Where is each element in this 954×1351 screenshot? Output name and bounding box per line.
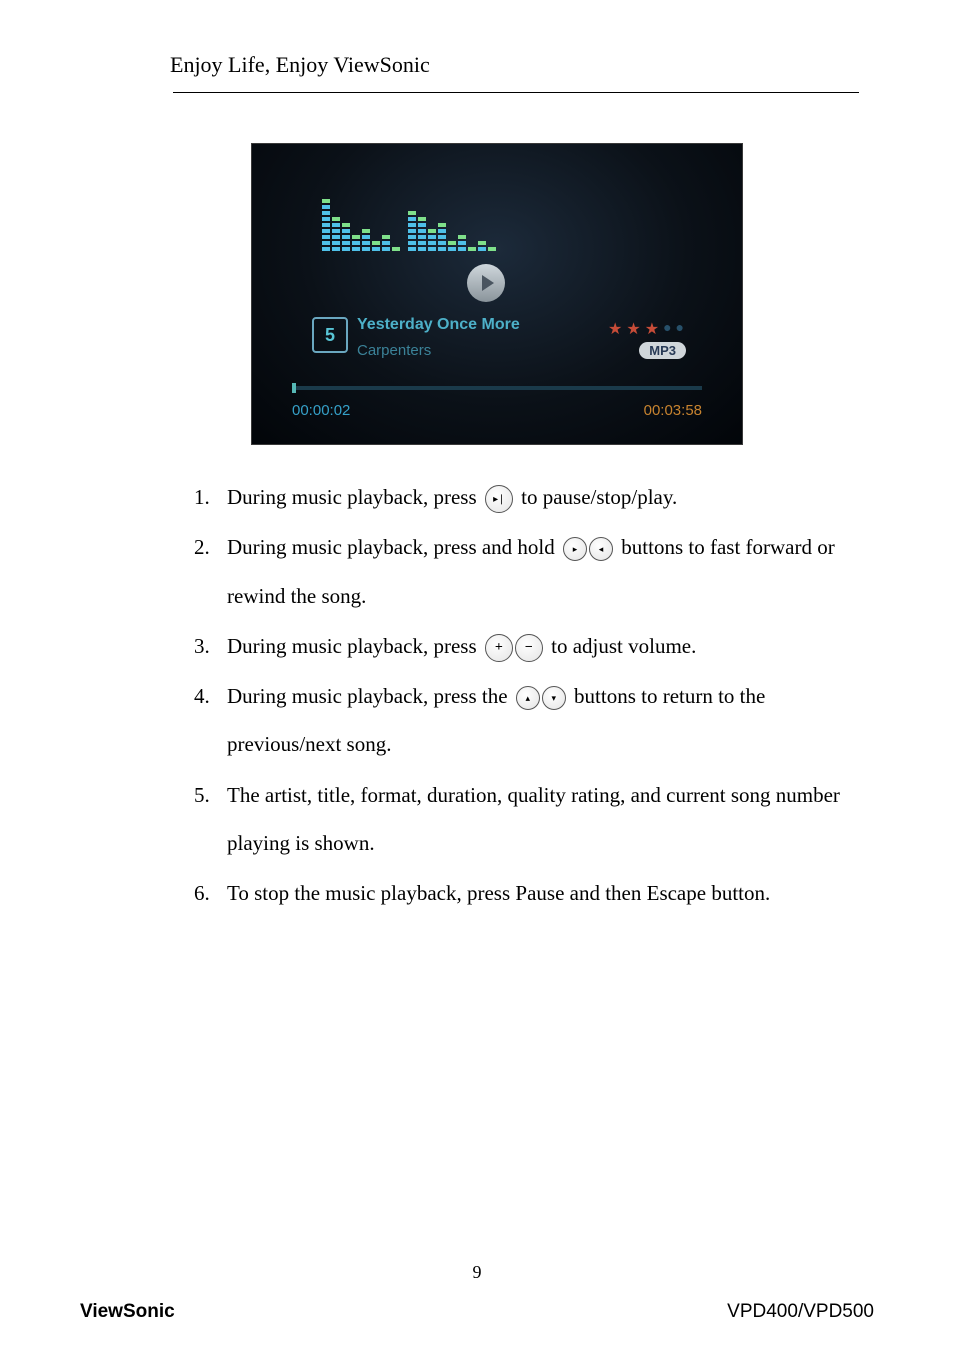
page-footer: ViewSonic VPD400/VPD500 (80, 1301, 874, 1323)
footer-brand: ViewSonic (80, 1301, 175, 1323)
list-item: During music playback, press the buttons… (215, 672, 859, 769)
step-text: During music playback, press (227, 485, 482, 509)
list-item: To stop the music playback, press Pause … (215, 869, 859, 917)
star-icon: ● (676, 321, 684, 337)
star-icon: ★ (645, 319, 659, 339)
ff-rw-buttons-icon (563, 537, 613, 561)
track-artist: Carpenters (357, 342, 431, 359)
list-item: During music playback, press to pause/st… (215, 473, 859, 521)
prev-next-buttons-icon (516, 686, 566, 710)
format-badge: MP3 (639, 342, 686, 359)
volume-buttons-icon (485, 634, 543, 662)
play-pause-button-icon (485, 485, 513, 513)
list-item: During music playback, press to adjust v… (215, 622, 859, 670)
elapsed-time: 00:00:02 (292, 402, 350, 419)
track-title: Yesterday Once More (357, 316, 520, 334)
star-icon: ★ (626, 319, 640, 339)
device-screenshot-wrap: 5 Yesterday Once More Carpenters ★ ★ ★ ●… (135, 143, 859, 445)
progress-bar (292, 386, 702, 390)
rating-stars: ★ ★ ★ ● ● (608, 319, 684, 339)
step-text: The artist, title, format, duration, qua… (227, 783, 840, 855)
device-screenshot: 5 Yesterday Once More Carpenters ★ ★ ★ ●… (251, 143, 743, 445)
star-icon: ★ (608, 319, 622, 339)
step-text: During music playback, press and hold (227, 535, 560, 559)
step-text: To stop the music playback, press Pause … (227, 881, 770, 905)
page-number: 9 (0, 1262, 954, 1283)
instruction-list: During music playback, press to pause/st… (175, 473, 859, 918)
total-duration: 00:03:58 (644, 402, 702, 419)
step-text: During music playback, press the (227, 684, 513, 708)
header-rule (173, 92, 859, 93)
footer-model: VPD400/VPD500 (727, 1301, 874, 1323)
step-text: During music playback, press (227, 634, 477, 658)
progress-knob (292, 383, 296, 393)
list-item: The artist, title, format, duration, qua… (215, 771, 859, 868)
step-text: to adjust volume. (551, 634, 696, 658)
star-icon: ● (663, 321, 671, 337)
play-indicator-icon (467, 264, 505, 302)
list-item: During music playback, press and hold bu… (215, 523, 859, 620)
equalizer-visualizer (322, 199, 496, 251)
page-header: Enjoy Life, Enjoy ViewSonic (135, 52, 859, 78)
step-text: to pause/stop/play. (521, 485, 677, 509)
track-number-box: 5 (312, 317, 348, 353)
